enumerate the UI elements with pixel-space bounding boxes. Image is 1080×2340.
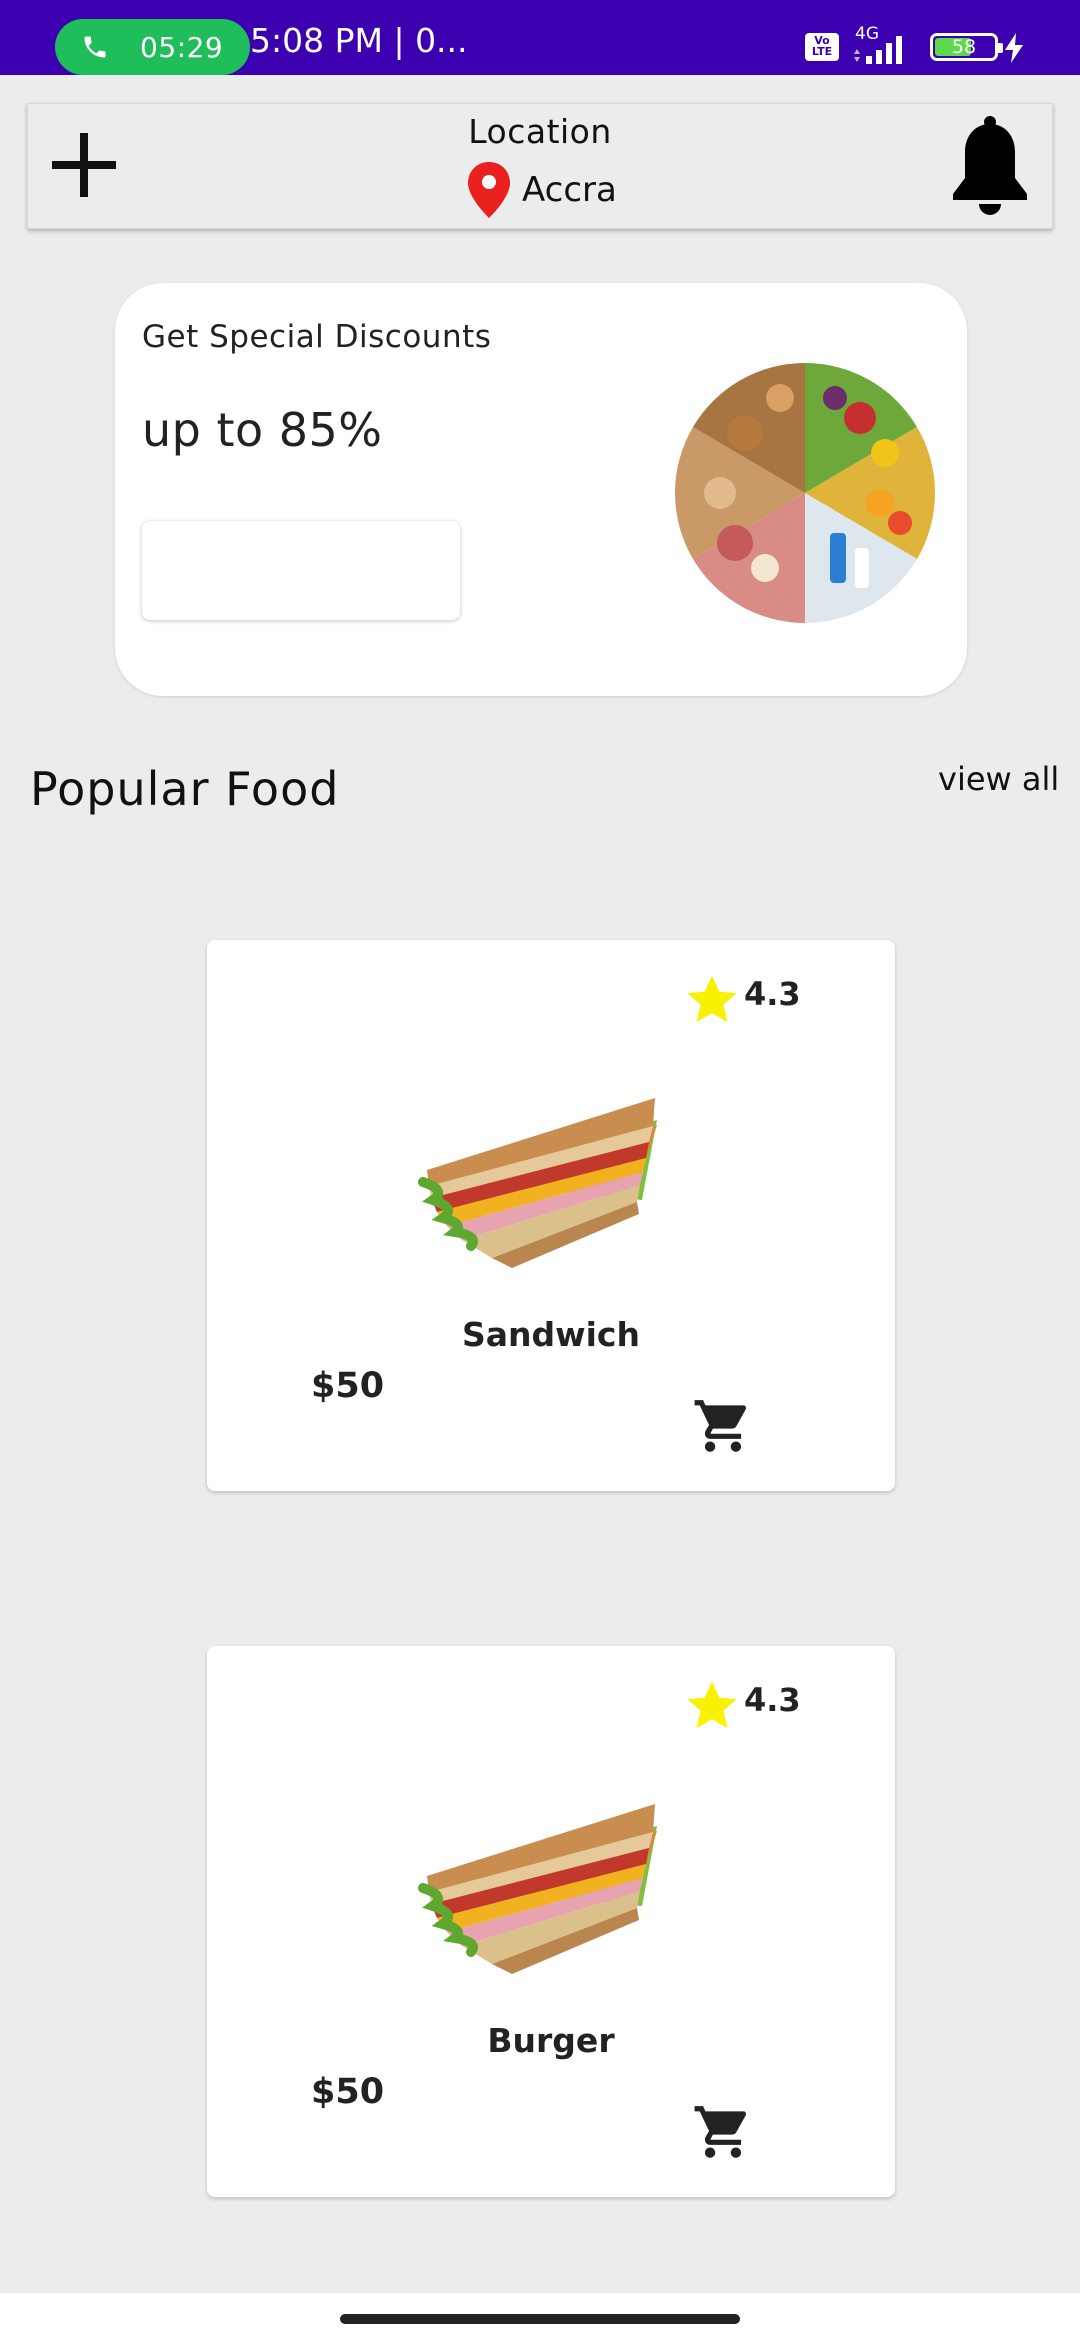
bell-icon[interactable] <box>945 116 1035 220</box>
cart-icon[interactable] <box>692 1395 754 1457</box>
food-name: Burger <box>487 2021 615 2060</box>
star-icon <box>687 1681 737 1729</box>
view-all-link[interactable]: view all <box>938 760 1059 798</box>
promo-action-button[interactable] <box>142 521 460 620</box>
volte-label: Vo LTE <box>811 34 833 58</box>
food-card[interactable]: 4.3 Burger $50 <box>207 1646 895 2197</box>
location-label: Location <box>468 112 612 151</box>
food-name: Sandwich <box>461 1315 640 1354</box>
status-bar: 05:29 5:08 PM | 0... Vo LTE 4G 58 <box>0 0 1080 75</box>
food-price: $50 <box>311 1366 385 1406</box>
promo-discount: up to 85% <box>142 403 383 457</box>
promo-title: Get Special Discounts <box>142 319 492 355</box>
promo-card[interactable]: Get Special Discounts up to 85% <box>115 283 967 696</box>
status-time: 5:08 PM | 0... <box>250 21 468 60</box>
sandwich-image <box>418 1804 657 1974</box>
map-pin-icon <box>468 162 510 218</box>
star-icon <box>687 975 737 1023</box>
signal-icon <box>854 36 902 64</box>
sandwich-image <box>418 1098 657 1268</box>
section-title-popular-food: Popular Food <box>30 762 340 816</box>
volte-badge: Vo LTE <box>805 33 839 61</box>
call-timer: 05:29 <box>140 31 224 64</box>
location-city: Accra <box>522 170 617 210</box>
food-groups-image <box>675 363 935 623</box>
rating-value: 4.3 <box>744 1681 801 1719</box>
food-price: $50 <box>311 2072 385 2112</box>
top-app-bar: Location Accra <box>27 103 1053 229</box>
cart-icon[interactable] <box>692 2101 754 2163</box>
charging-bolt-icon <box>1005 33 1023 63</box>
ongoing-call-pill[interactable]: 05:29 <box>55 19 250 75</box>
rating: 4.3 <box>684 1676 801 1736</box>
battery-icon: 58 <box>930 33 1003 61</box>
system-nav-bar <box>0 2293 1080 2340</box>
phone-icon <box>84 36 106 58</box>
location-selector[interactable]: Accra <box>468 160 617 220</box>
battery-level: 58 <box>951 36 977 58</box>
rating-value: 4.3 <box>744 975 801 1013</box>
rating: 4.3 <box>684 970 801 1030</box>
home-indicator[interactable] <box>340 2314 740 2324</box>
food-card[interactable]: 4.3 Sandwich $50 <box>207 940 895 1491</box>
